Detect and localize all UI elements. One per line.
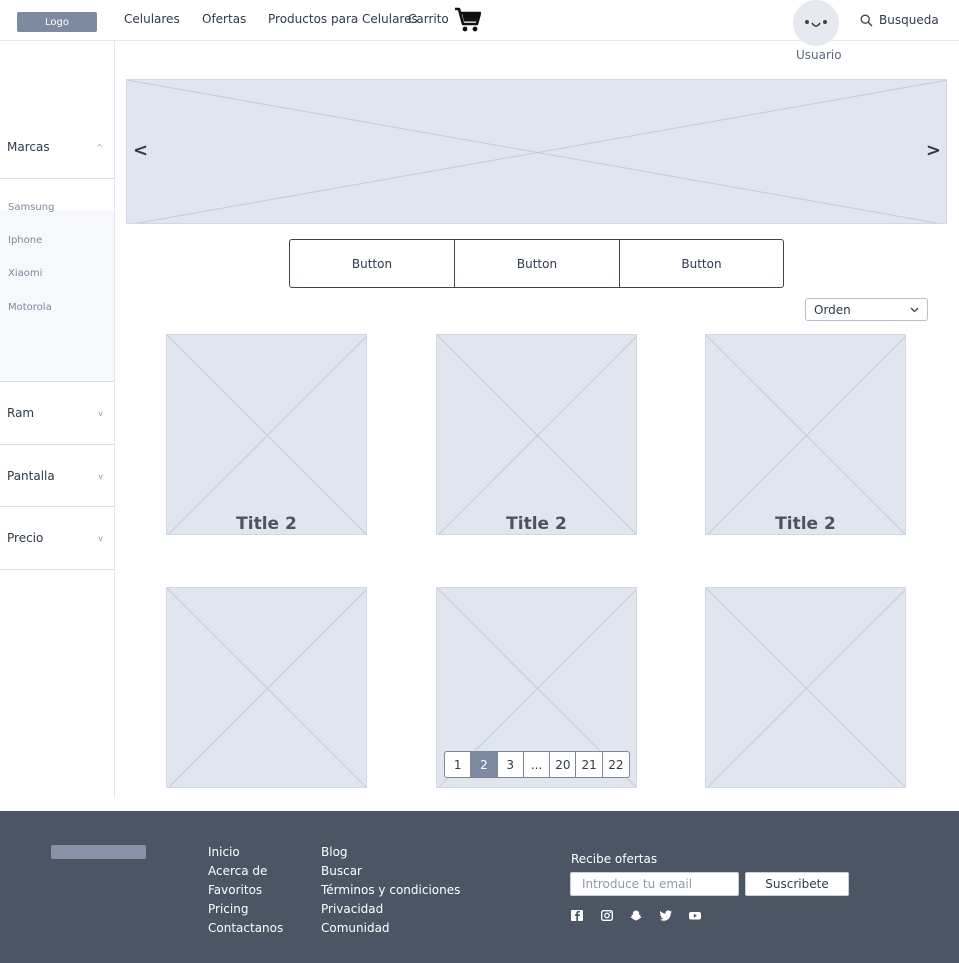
logo[interactable]: Logo — [17, 12, 97, 32]
product-card[interactable] — [705, 587, 906, 788]
filter-section-marcas[interactable]: Marcas ^ — [0, 41, 114, 179]
footer-link-acerca[interactable]: Acerca de — [208, 864, 267, 878]
footer-link-comunidad[interactable]: Comunidad — [321, 921, 390, 935]
brand-item-samsung[interactable]: Samsung — [8, 202, 54, 213]
divider — [0, 569, 114, 570]
chevron-down-icon[interactable]: v — [98, 472, 103, 481]
avatar[interactable] — [793, 0, 839, 46]
footer-link-terminos[interactable]: Términos y condiciones — [321, 883, 460, 897]
search-label[interactable]: Busqueda — [879, 13, 939, 27]
chevron-down-icon — [910, 307, 919, 313]
chevron-down-icon[interactable]: v — [98, 409, 103, 418]
facebook-icon[interactable] — [571, 910, 583, 921]
newsletter-title: Recibe ofertas — [571, 852, 658, 866]
page-button-20[interactable]: 20 — [550, 752, 577, 777]
image-placeholder-icon — [167, 335, 366, 534]
image-placeholder-icon — [437, 335, 636, 534]
subscribe-button[interactable]: Suscribete — [745, 872, 849, 896]
top-navigation-bar: Logo Celulares Ofertas Productos para Ce… — [0, 0, 959, 62]
footer-link-privacidad[interactable]: Privacidad — [321, 902, 383, 916]
twitter-icon[interactable] — [660, 910, 672, 921]
card-title: Title 2 — [236, 514, 297, 534]
card-title: Title 2 — [506, 514, 567, 534]
footer-link-inicio[interactable]: Inicio — [208, 845, 240, 859]
product-card[interactable]: Title 2 — [166, 334, 367, 535]
avatar-face-icon — [805, 20, 827, 27]
page-button-1[interactable]: 1 — [445, 752, 472, 777]
instagram-icon[interactable] — [601, 910, 613, 921]
nav-link-celulares[interactable]: Celulares — [124, 12, 180, 26]
option-button-2[interactable]: Button — [454, 239, 620, 288]
chevron-up-icon[interactable]: ^ — [96, 143, 103, 152]
brand-item-xiaomi[interactable]: Xiaomi — [8, 268, 42, 279]
brand-item-motorola[interactable]: Motorola — [8, 302, 52, 313]
nav-link-ofertas[interactable]: Ofertas — [202, 12, 246, 26]
brand-item-iphone[interactable]: Iphone — [8, 235, 42, 246]
newsletter-email-input[interactable] — [570, 872, 739, 896]
page-button-21[interactable]: 21 — [576, 752, 603, 777]
hero-carousel[interactable]: < > — [126, 79, 947, 224]
sort-select[interactable]: Orden — [805, 298, 928, 321]
card-title: Title 2 — [775, 514, 836, 534]
image-placeholder-icon — [706, 588, 905, 787]
sort-select-label: Orden — [814, 303, 851, 317]
filter-title-marcas[interactable]: Marcas — [7, 140, 50, 154]
footer-link-pricing[interactable]: Pricing — [208, 902, 248, 916]
carousel-prev-button[interactable]: < — [133, 140, 148, 161]
option-button-3[interactable]: Button — [619, 239, 784, 288]
search-icon[interactable] — [860, 14, 873, 27]
page-button-2-active[interactable]: 2 — [471, 752, 498, 777]
footer-link-favoritos[interactable]: Favoritos — [208, 883, 262, 897]
nav-link-carrito[interactable]: Carrito — [408, 12, 449, 26]
footer-link-blog[interactable]: Blog — [321, 845, 348, 859]
user-label[interactable]: Usuario — [796, 48, 842, 62]
filter-title-ram[interactable]: Ram — [7, 406, 34, 420]
snapchat-icon[interactable] — [630, 910, 642, 921]
image-placeholder-icon — [706, 335, 905, 534]
chevron-down-icon[interactable]: v — [98, 534, 103, 543]
footer: Inicio Acerca de Favoritos Pricing Conta… — [0, 811, 959, 963]
carousel-next-button[interactable]: > — [926, 140, 941, 161]
filter-section-ram[interactable]: Ram v — [0, 382, 114, 444]
footer-link-buscar[interactable]: Buscar — [321, 864, 362, 878]
page-button-22[interactable]: 22 — [603, 752, 629, 777]
product-card[interactable]: Title 2 — [436, 334, 637, 535]
option-button-1[interactable]: Button — [289, 239, 455, 288]
image-placeholder-icon — [127, 80, 946, 223]
product-card[interactable]: Title 2 — [705, 334, 906, 535]
page-ellipsis: ... — [524, 752, 551, 777]
divider — [0, 178, 114, 179]
filter-sidebar: Marcas ^ Samsung Iphone Xiaomi Motorola … — [0, 41, 115, 798]
youtube-icon[interactable] — [689, 910, 701, 921]
image-placeholder-icon — [167, 588, 366, 787]
filter-section-pantalla[interactable]: Pantalla v — [0, 445, 114, 506]
footer-link-contactanos[interactable]: Contactanos — [208, 921, 283, 935]
nav-link-productos[interactable]: Productos para Celulares — [268, 12, 418, 26]
pagination: 1 2 3 ... 20 21 22 — [444, 751, 631, 778]
filter-section-precio[interactable]: Precio v — [0, 507, 114, 569]
product-card[interactable] — [166, 587, 367, 788]
footer-logo[interactable] — [51, 845, 146, 859]
filter-title-pantalla[interactable]: Pantalla — [7, 469, 55, 483]
shopping-cart-icon[interactable] — [454, 7, 481, 33]
filter-title-precio[interactable]: Precio — [7, 531, 43, 545]
page-button-3[interactable]: 3 — [498, 752, 524, 777]
